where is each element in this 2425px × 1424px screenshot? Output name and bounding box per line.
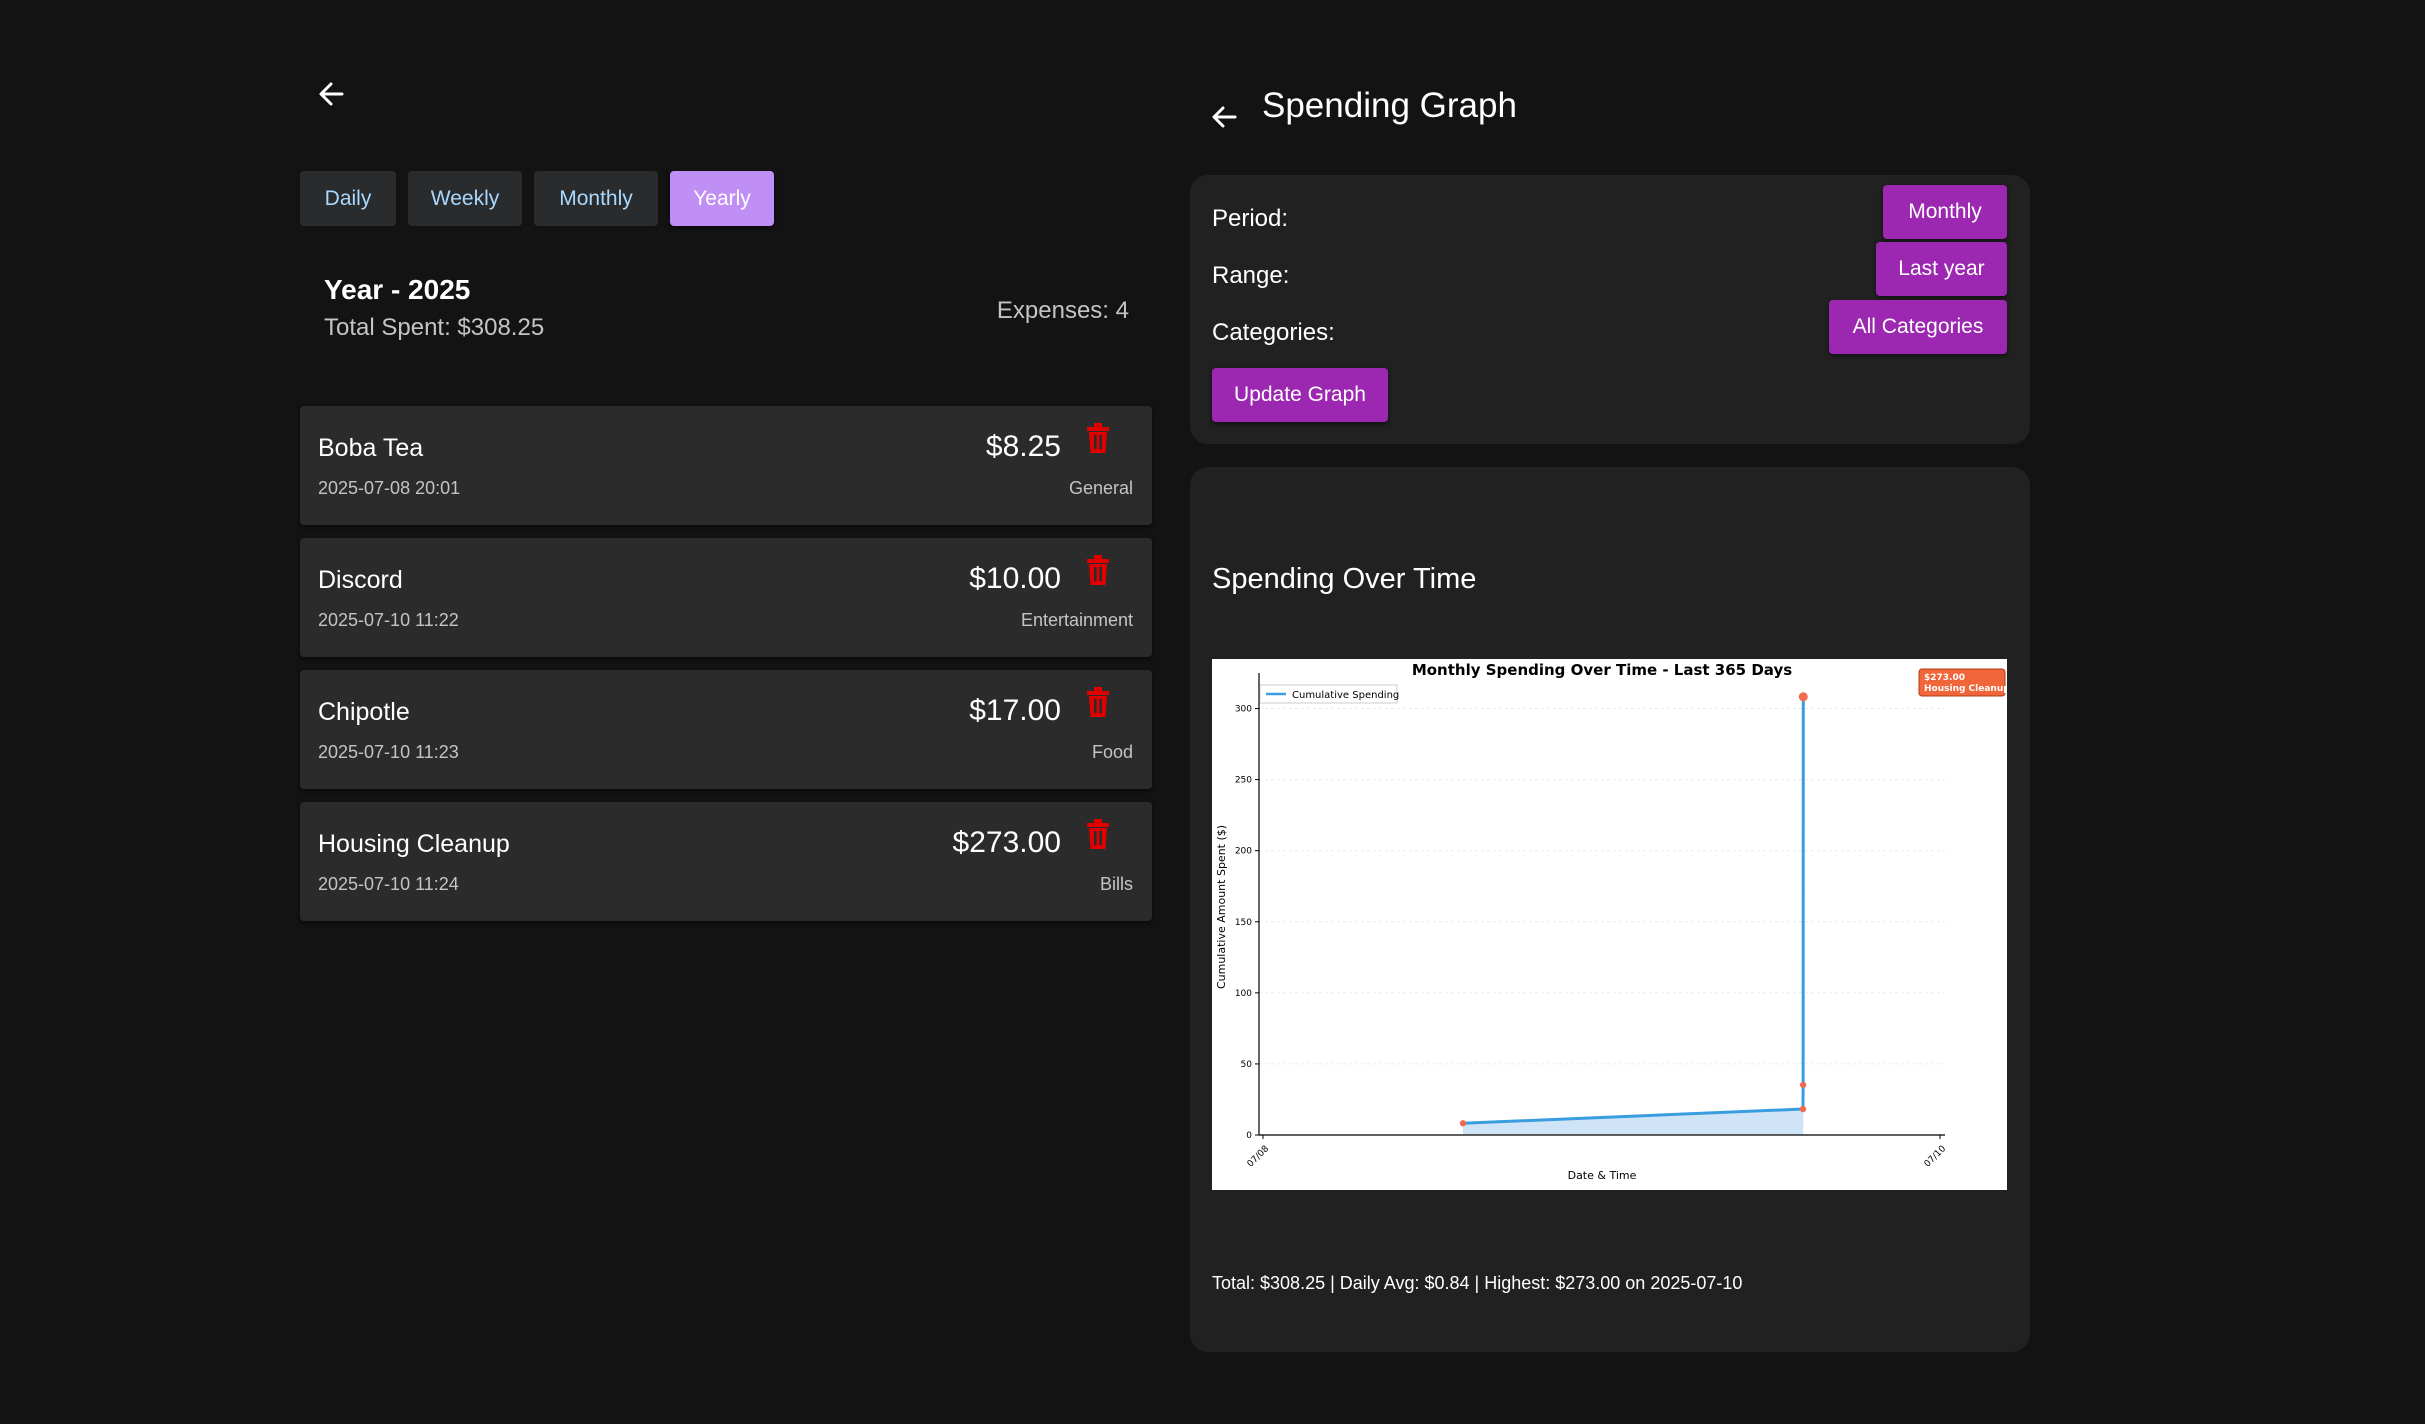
expense-name: Boba Tea — [318, 434, 424, 462]
expense-date: 2025-07-10 11:24 — [318, 874, 459, 894]
expense-list: Boba Tea 2025-07-08 20:01 $8.25 General … — [300, 406, 1152, 934]
chart-svg: 0 50 100 150 200 250 300 07/08 07/10 Monthly Sp… — [1215, 661, 2010, 1182]
period-select[interactable]: Monthly — [1883, 185, 2007, 239]
expense-category: Bills — [1099, 874, 1133, 894]
x-axis-label: Date & Time — [1568, 1169, 1637, 1182]
expense-date: 2025-07-10 11:22 — [318, 610, 459, 630]
expense-category: General — [1068, 478, 1133, 498]
expense-category: Food — [1091, 742, 1133, 762]
y-tick-label: 300 — [1235, 705, 1252, 715]
chart-annotation: $273.00 Housing Cleanup — [1918, 668, 2010, 697]
expense-card[interactable]: Housing Cleanup 2025-07-10 11:24 $273.00… — [300, 802, 1152, 921]
period-tabs: Daily Weekly Monthly Yearly — [300, 171, 774, 226]
delete-button[interactable] — [1083, 686, 1113, 718]
expense-category: Entertainment — [1020, 610, 1133, 630]
delete-button[interactable] — [1083, 422, 1113, 454]
arrow-left-icon — [1212, 106, 1237, 128]
data-point — [1798, 692, 1808, 702]
update-graph-button[interactable]: Update Graph — [1212, 368, 1388, 422]
expense-name: Discord — [318, 566, 403, 594]
delete-button[interactable] — [1083, 554, 1113, 586]
annotation-label: Housing Cleanup — [1924, 684, 2007, 694]
tab-weekly[interactable]: Weekly — [408, 171, 522, 226]
y-tick-label: 100 — [1235, 989, 1252, 999]
data-point — [1799, 1105, 1807, 1113]
graph-stats: Total: $308.25 | Daily Avg: $0.84 | High… — [1212, 1273, 1743, 1293]
expense-date: 2025-07-10 11:23 — [318, 742, 459, 762]
y-ticks: 0 50 100 150 200 250 300 — [1235, 705, 1259, 1141]
data-point — [1459, 1120, 1467, 1127]
y-tick-label: 0 — [1246, 1131, 1252, 1141]
chart-grid — [1259, 708, 1945, 1136]
trash-icon — [1087, 819, 1109, 849]
expense-name: Housing Cleanup — [318, 830, 510, 858]
y-tick-label: 250 — [1235, 776, 1252, 786]
delete-button[interactable] — [1083, 818, 1113, 850]
y-tick-label: 200 — [1235, 847, 1252, 857]
back-button[interactable] — [316, 76, 356, 112]
chart-title: Monthly Spending Over Time - Last 365 Da… — [1412, 661, 1792, 679]
y-tick-label: 50 — [1241, 1060, 1253, 1070]
graph-heading: Spending Over Time — [1212, 563, 1477, 595]
expense-amount: $17.00 — [969, 694, 1061, 727]
tab-monthly[interactable]: Monthly — [534, 171, 658, 226]
period-label: Period: — [1212, 205, 1289, 232]
categories-label: Categories: — [1212, 319, 1335, 346]
page-title: Spending Graph — [1262, 86, 1517, 125]
legend-entry: Cumulative Spending — [1292, 690, 1399, 701]
tab-yearly[interactable]: Yearly — [670, 171, 774, 226]
expense-card[interactable]: Chipotle 2025-07-10 11:23 $17.00 Food — [300, 670, 1152, 789]
x-tick-label: 07/08 — [1246, 1144, 1272, 1170]
summary-total: Total Spent: $308.25 — [324, 314, 545, 341]
graph-back-button[interactable] — [1209, 100, 1245, 134]
annotation-amount: $273.00 — [1924, 673, 1965, 683]
expense-name: Chipotle — [318, 698, 410, 726]
expense-card[interactable]: Discord 2025-07-10 11:22 $10.00 Entertai… — [300, 538, 1152, 657]
arrow-left-icon — [319, 82, 344, 106]
tab-daily[interactable]: Daily — [300, 171, 396, 226]
trash-icon — [1087, 555, 1109, 585]
y-tick-label: 150 — [1235, 918, 1252, 928]
expense-amount: $273.00 — [952, 826, 1061, 859]
range-select[interactable]: Last year — [1876, 242, 2007, 296]
trash-icon — [1087, 423, 1109, 453]
expense-amount: $8.25 — [985, 430, 1061, 463]
x-tick-label: 07/10 — [1923, 1144, 1949, 1170]
categories-select[interactable]: All Categories — [1829, 300, 2007, 354]
graph-card: Spending Over Time 0 50 100 150 200 250 300 07… — [1190, 467, 2030, 1352]
expense-amount: $10.00 — [969, 562, 1061, 595]
expense-date: 2025-07-08 20:01 — [318, 478, 461, 498]
expense-card[interactable]: Boba Tea 2025-07-08 20:01 $8.25 General — [300, 406, 1152, 525]
spending-chart: 0 50 100 150 200 250 300 07/08 07/10 Monthly Sp… — [1212, 659, 2010, 1190]
cumulative-line — [1462, 696, 1805, 1125]
summary-title: Year - 2025 — [324, 274, 471, 305]
data-point — [1799, 1081, 1807, 1089]
chart-points — [1459, 692, 1808, 1127]
y-axis-label: Cumulative Amount Spent ($) — [1215, 825, 1228, 989]
chart-legend: Cumulative Spending — [1259, 684, 1399, 704]
graph-filters-card: Period: Range: Categories: Monthly Last … — [1190, 175, 2030, 444]
x-ticks: 07/08 07/10 — [1246, 1135, 1949, 1170]
range-label: Range: — [1212, 262, 1290, 289]
cumulative-area — [1462, 696, 1804, 1135]
expense-count: Expenses: 4 — [996, 297, 1129, 324]
trash-icon — [1087, 687, 1109, 717]
